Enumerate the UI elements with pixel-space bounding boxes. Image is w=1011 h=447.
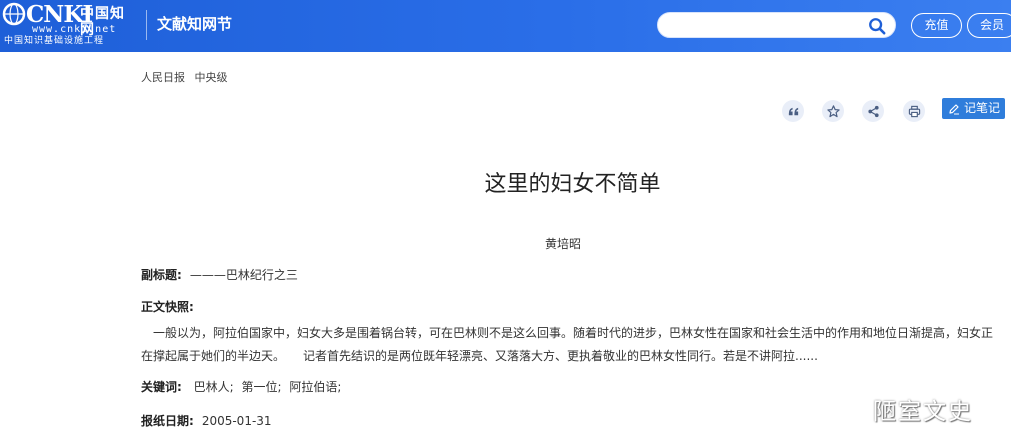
- share-icon: [867, 105, 879, 117]
- date-value: 2005-01-31: [201, 414, 272, 428]
- search-box: [657, 12, 896, 38]
- take-note-button[interactable]: 记笔记: [942, 98, 1005, 119]
- share-button[interactable]: [862, 100, 884, 122]
- keyword-link[interactable]: 第一位;: [242, 380, 282, 394]
- article-title: 这里的妇女不简单: [484, 172, 661, 197]
- newspaper-link[interactable]: 人民日报: [141, 71, 185, 84]
- pencil-icon: [949, 103, 959, 114]
- date-row: 报纸日期: 2005-01-31: [141, 413, 272, 430]
- author-link[interactable]: 黄培昭: [0, 236, 1011, 252]
- globe-icon: [2, 2, 26, 26]
- search-icon[interactable]: [868, 17, 886, 35]
- search-input[interactable]: [668, 16, 858, 34]
- top-header: CNKI 中国知网 www.cnki.net 中国知识基础设施工程 文献知网节 …: [0, 0, 1011, 52]
- snapshot-text: 一般以为，阿拉伯国家中，妇女大多是围着锅台转，可在巴林则不是这么回事。随着时代的…: [141, 326, 994, 363]
- member-button[interactable]: 会员: [967, 13, 1011, 38]
- print-button[interactable]: [903, 100, 925, 122]
- source-level: 中央级: [194, 71, 228, 84]
- quote-icon: [788, 107, 798, 115]
- printer-icon: [908, 105, 920, 117]
- favorite-button[interactable]: [822, 100, 844, 122]
- watermark: 陋室文史: [873, 399, 973, 425]
- cnki-logo[interactable]: CNKI 中国知网 www.cnki.net 中国知识基础设施工程: [2, 1, 138, 48]
- snapshot-text-block: 一般以为，阿拉伯国家中，妇女大多是围着锅台转，可在巴林则不是这么回事。随着时代的…: [141, 322, 1003, 368]
- keyword-link[interactable]: 巴林人;: [194, 380, 234, 394]
- snapshot-label: 正文快照:: [141, 300, 194, 314]
- subtitle-label: 副标题:: [141, 268, 182, 282]
- recharge-button[interactable]: 充值: [911, 13, 962, 38]
- cite-button[interactable]: [782, 100, 804, 122]
- logo-url: www.cnki.net: [32, 24, 117, 35]
- keywords-label: 关键词:: [141, 380, 182, 394]
- subtitle-row: 副标题: ———巴林纪行之三: [141, 267, 298, 284]
- logo-slogan: 中国知识基础设施工程: [4, 36, 105, 46]
- star-icon: [826, 104, 840, 117]
- subtitle-value: ———巴林纪行之三: [189, 268, 298, 282]
- header-divider: [146, 10, 147, 40]
- source-info: 人民日报 中央级: [141, 71, 234, 85]
- keyword-link[interactable]: 阿拉伯语;: [289, 380, 341, 394]
- date-label: 报纸日期:: [141, 414, 194, 428]
- take-note-label: 记笔记: [964, 101, 1001, 115]
- keywords-row: 关键词: 巴林人; 第一位; 阿拉伯语;: [141, 379, 345, 396]
- page-section-title: 文献知网节: [157, 15, 233, 33]
